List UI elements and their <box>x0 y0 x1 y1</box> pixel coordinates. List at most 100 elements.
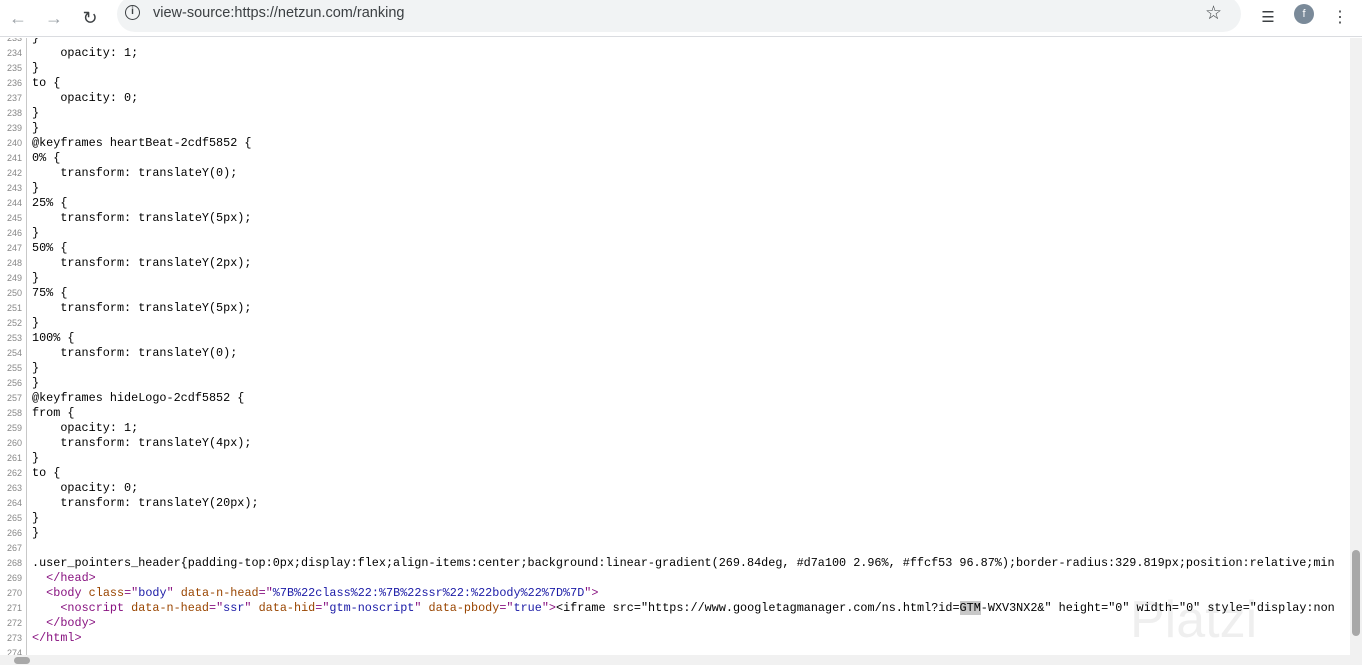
platzi-watermark: Platzi <box>1130 591 1258 649</box>
text-token: 100% { <box>32 331 75 345</box>
line-code: transform: translateY(5px); <box>32 301 251 316</box>
forward-button[interactable]: → <box>40 4 68 32</box>
tag-token: =" <box>315 601 330 615</box>
url-text[interactable]: view-source:https://netzun.com/ranking <box>153 5 404 21</box>
menu-kebab-icon[interactable]: ⋮ <box>1326 4 1354 32</box>
source-line: 264 transform: translateY(20px); <box>0 496 1350 511</box>
line-number: 242 <box>6 168 22 178</box>
source-line: 261} <box>0 451 1350 466</box>
source-line: 243} <box>0 181 1350 196</box>
line-number: 261 <box>6 453 22 463</box>
text-token: } <box>32 361 40 375</box>
reload-button[interactable]: ↻ <box>76 4 104 32</box>
tag-token: " <box>414 601 429 615</box>
source-line: 266} <box>0 526 1350 541</box>
line-number: 251 <box>6 303 22 313</box>
line-number: 265 <box>6 513 22 523</box>
line-code: transform: translateY(5px); <box>32 211 251 226</box>
line-code: } <box>32 361 39 376</box>
bookmark-star-icon[interactable]: ☆ <box>1205 2 1222 25</box>
horizontal-scroll-thumb[interactable] <box>14 657 30 664</box>
line-code: to { <box>32 466 60 481</box>
line-number: 269 <box>6 573 22 583</box>
tag-token: "> <box>541 601 556 615</box>
source-line: 248 transform: translateY(2px); <box>0 256 1350 271</box>
tag-token: =" <box>209 601 224 615</box>
text-token: opacity: 0; <box>32 91 139 105</box>
source-line: 259 opacity: 1; <box>0 421 1350 436</box>
line-code: from { <box>32 406 74 421</box>
text-token: transform: translateY(5px); <box>32 211 252 225</box>
line-number: 243 <box>6 183 22 193</box>
val-token: ssr <box>223 601 245 615</box>
line-number: 238 <box>6 108 22 118</box>
text-token: } <box>32 38 40 45</box>
address-bar[interactable]: i view-source:https://netzun.com/ranking… <box>117 0 1241 32</box>
line-code: </html> <box>32 631 82 646</box>
line-number: 270 <box>6 588 22 598</box>
text-token: } <box>32 526 40 540</box>
line-number: 250 <box>6 288 22 298</box>
line-code: </body> <box>32 616 96 631</box>
source-line: 246} <box>0 226 1350 241</box>
val-token: true <box>513 601 542 615</box>
source-line: 267 <box>0 541 1350 556</box>
line-number: 240 <box>6 138 22 148</box>
line-code: .user_pointers_header{padding-top:0px;di… <box>32 556 1335 571</box>
attr-token: data-hid <box>258 601 316 615</box>
attr-token: data-n-head <box>131 601 209 615</box>
site-info-icon[interactable]: i <box>125 5 140 20</box>
line-number: 267 <box>6 543 22 553</box>
line-number: 239 <box>6 123 22 133</box>
browser-toolbar: ← → ↻ i view-source:https://netzun.com/r… <box>0 0 1362 37</box>
source-line: 236 to { <box>0 76 1350 91</box>
line-code: transform: translateY(2px); <box>32 256 251 271</box>
source-line: 262 to { <box>0 466 1350 481</box>
text-token: opacity: 0; <box>32 481 139 495</box>
line-number: 247 <box>6 243 22 253</box>
tab-search-icon[interactable]: ☰ <box>1254 4 1282 32</box>
text-token: @keyframes heartBeat-2cdf5852 { <box>32 136 252 150</box>
text-token: <iframe src="https://www.googletagmanage… <box>556 601 960 615</box>
profile-avatar[interactable]: f <box>1294 4 1314 24</box>
line-code: transform: translateY(0); <box>32 346 237 361</box>
line-code: } <box>32 121 39 136</box>
line-number: 237 <box>6 93 22 103</box>
source-line: 245 transform: translateY(5px); <box>0 211 1350 226</box>
line-number: 263 <box>6 483 22 493</box>
tag-token: </body> <box>46 616 96 630</box>
line-code: @keyframes heartBeat-2cdf5852 { <box>32 136 251 151</box>
text-token: opacity: 1; <box>32 46 139 60</box>
tag-token: <noscript <box>60 601 132 615</box>
source-line: 239} <box>0 121 1350 136</box>
vertical-scrollbar[interactable] <box>1350 38 1362 655</box>
tag-token: </head> <box>46 571 96 585</box>
line-code: } <box>32 451 39 466</box>
back-button[interactable]: ← <box>4 4 32 32</box>
source-line: 263 opacity: 0; <box>0 481 1350 496</box>
tag-token: "> <box>584 586 599 600</box>
line-code: } <box>32 376 39 391</box>
tag-token: <body <box>46 586 89 600</box>
tag-token: </html> <box>32 631 82 645</box>
text-token: .user_pointers_header{padding-top:0px;di… <box>32 556 1335 570</box>
source-line: 253 100% { <box>0 331 1350 346</box>
line-code: @keyframes hideLogo-2cdf5852 { <box>32 391 244 406</box>
source-line: 250 75% { <box>0 286 1350 301</box>
source-line: 237 opacity: 0; <box>0 91 1350 106</box>
tag-token: " <box>166 586 181 600</box>
val-token: gtm-noscript <box>329 601 415 615</box>
source-line: 269 </head> <box>0 571 1350 586</box>
line-code: transform: translateY(0); <box>32 166 237 181</box>
line-number: 252 <box>6 318 22 328</box>
source-line: 242 transform: translateY(0); <box>0 166 1350 181</box>
text-token: } <box>32 181 40 195</box>
vertical-scroll-thumb[interactable] <box>1352 550 1360 636</box>
line-code: } <box>32 526 39 541</box>
line-code: opacity: 1; <box>32 46 138 61</box>
source-line: 256} <box>0 376 1350 391</box>
line-number: 236 <box>6 78 22 88</box>
horizontal-scrollbar[interactable] <box>0 655 1362 665</box>
attr-token: data-pbody <box>428 601 500 615</box>
